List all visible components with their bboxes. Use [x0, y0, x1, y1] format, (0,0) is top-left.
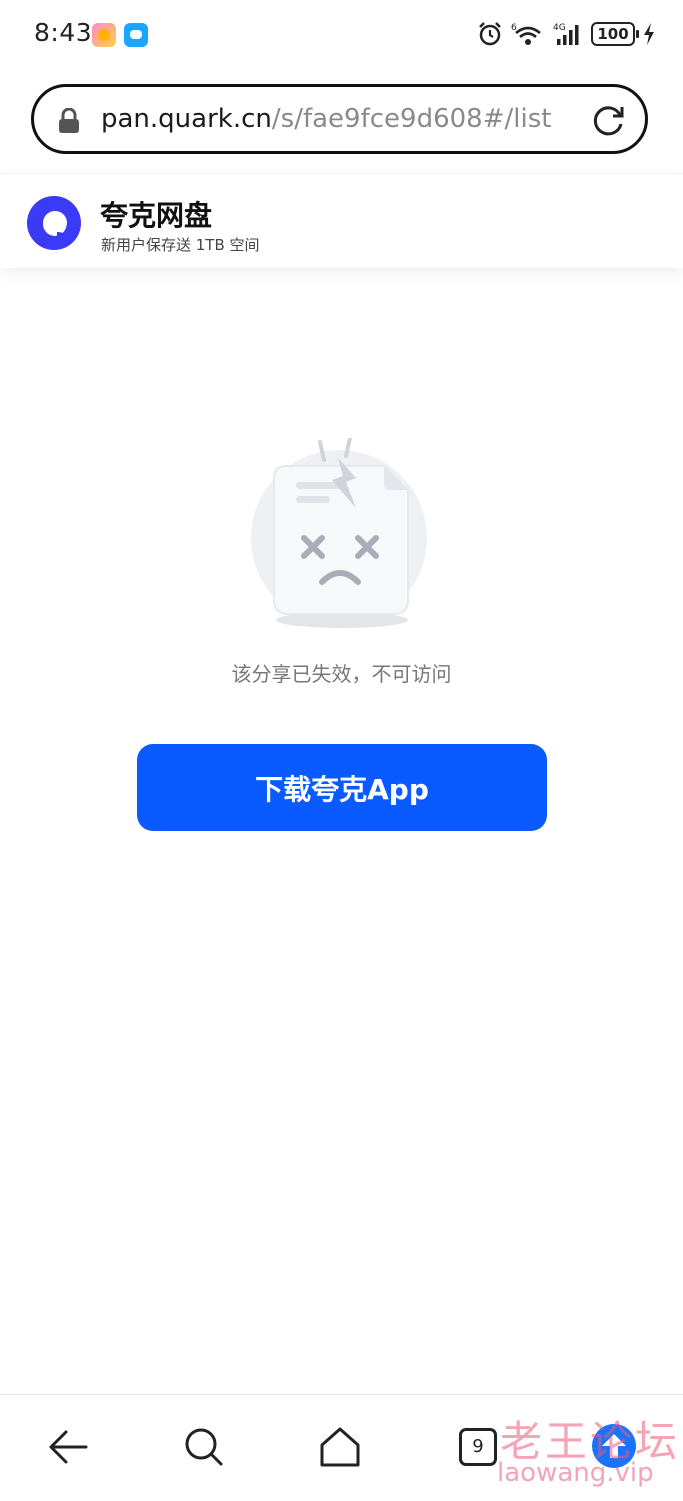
address-bar[interactable]: pan.quark.cn/s/fae9fce9d608#/list — [31, 84, 648, 154]
site-header: 夸克网盘 新用户保存送 1TB 空间 — [0, 173, 683, 268]
tabs-button[interactable]: 9 — [456, 1425, 500, 1469]
expired-message: 该分享已失效，不可访问 — [231, 662, 452, 686]
back-icon[interactable] — [46, 1425, 90, 1469]
status-bar: 8:43 6 4G 100 — [0, 0, 683, 70]
quark-logo[interactable] — [27, 196, 81, 250]
brand-name: 夸克网盘 — [100, 199, 213, 232]
lock-icon — [59, 108, 79, 133]
url-path: /s/fae9fce9d608#/list — [271, 104, 552, 134]
search-icon[interactable] — [181, 1425, 225, 1469]
watermark-url: laowang.vip — [497, 1458, 654, 1488]
brand-tagline: 新用户保存送 1TB 空间 — [101, 236, 260, 254]
status-time: 8:43 — [34, 18, 93, 47]
network-label: 4G — [553, 23, 566, 33]
home-icon[interactable] — [318, 1425, 362, 1469]
alarm-icon — [479, 22, 501, 46]
broken-file-illustration — [251, 438, 427, 628]
download-app-button[interactable]: 下载夸克App — [137, 744, 547, 831]
url-field[interactable]: pan.quark.cn/s/fae9fce9d608#/list — [101, 87, 571, 151]
reload-icon[interactable] — [589, 101, 627, 139]
status-icons: 6 4G 100 — [477, 18, 655, 50]
wifi-icon: 6 — [511, 23, 541, 45]
tabs-count: 9 — [459, 1428, 497, 1466]
battery-level: 100 — [597, 25, 629, 43]
signal-4g-icon: 4G — [553, 23, 579, 45]
message-app-icon — [124, 23, 148, 47]
game-app-icon — [92, 23, 116, 47]
charging-icon — [644, 23, 654, 45]
url-host: pan.quark.cn — [101, 104, 272, 134]
battery-icon: 100 — [591, 22, 639, 46]
